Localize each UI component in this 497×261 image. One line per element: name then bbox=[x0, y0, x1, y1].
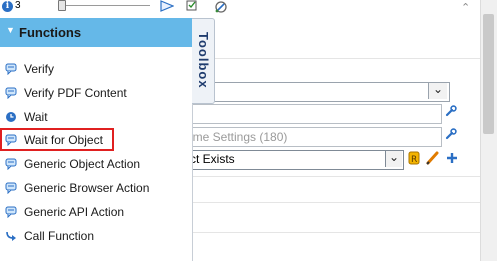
info-icon[interactable]: i bbox=[2, 1, 13, 12]
function-item-label: Generic Object Action bbox=[24, 157, 141, 171]
clock-icon bbox=[5, 111, 17, 123]
highlight-pen-icon[interactable] bbox=[425, 150, 441, 169]
add-icon[interactable] bbox=[445, 150, 459, 169]
scrollbar-thumb[interactable] bbox=[483, 14, 494, 134]
function-item-label: Verify bbox=[24, 62, 55, 76]
function-item-label: Call Function bbox=[24, 229, 95, 243]
svg-text:R: R bbox=[411, 155, 417, 165]
speech-bubble-icon bbox=[5, 63, 17, 76]
speech-bubble-icon bbox=[5, 87, 17, 100]
chevron-down-icon[interactable]: ⌄ bbox=[428, 82, 447, 99]
speed-slider-thumb[interactable] bbox=[58, 0, 66, 11]
speech-bubble-icon bbox=[5, 158, 17, 171]
function-item-label: Wait bbox=[24, 110, 48, 124]
speech-bubble-icon bbox=[5, 206, 17, 219]
capture-icon[interactable] bbox=[213, 0, 229, 17]
caret-down-icon[interactable]: ▼ bbox=[6, 25, 15, 35]
play-button[interactable] bbox=[160, 0, 174, 12]
function-item-generic-object-action[interactable]: Generic Object Action bbox=[0, 153, 192, 175]
function-item-label: Generic API Action bbox=[24, 205, 125, 219]
chevron-down-icon[interactable]: ⌄ bbox=[385, 150, 402, 167]
function-item-verify[interactable]: Verify bbox=[0, 58, 192, 80]
function-item-generic-browser-action[interactable]: Generic Browser Action bbox=[0, 177, 192, 199]
wrench-icon[interactable] bbox=[444, 127, 460, 143]
flyout-title: Functions bbox=[19, 25, 82, 40]
speech-bubble-icon bbox=[5, 182, 17, 195]
record-step-icon[interactable] bbox=[186, 0, 200, 15]
collapse-up-icon[interactable]: ⌃ bbox=[461, 1, 470, 14]
function-item-label: Generic Browser Action bbox=[24, 181, 150, 195]
info-count: 3 bbox=[15, 0, 21, 11]
speed-slider-track[interactable] bbox=[62, 5, 150, 6]
wrench-icon[interactable] bbox=[444, 104, 460, 120]
function-item-verify-pdf-content[interactable]: Verify PDF Content bbox=[0, 82, 192, 104]
function-item-label: Verify PDF Content bbox=[24, 86, 127, 100]
object-picker-icon[interactable]: R bbox=[407, 150, 423, 171]
toolbox-tab-label: Toolbox bbox=[196, 31, 211, 89]
highlight-box bbox=[0, 128, 114, 151]
play-icon bbox=[160, 0, 174, 12]
condition-select-value: ct Exists bbox=[190, 152, 235, 166]
runtime-settings-text: ime Settings (180) bbox=[190, 130, 288, 144]
top-toolbar bbox=[0, 0, 480, 16]
function-item-call-function[interactable]: Call Function bbox=[0, 225, 192, 247]
function-item-generic-api-action[interactable]: Generic API Action bbox=[0, 201, 192, 223]
curved-arrow-icon bbox=[5, 230, 17, 242]
function-item-wait[interactable]: Wait bbox=[0, 106, 192, 128]
parameter-field[interactable] bbox=[170, 104, 442, 124]
